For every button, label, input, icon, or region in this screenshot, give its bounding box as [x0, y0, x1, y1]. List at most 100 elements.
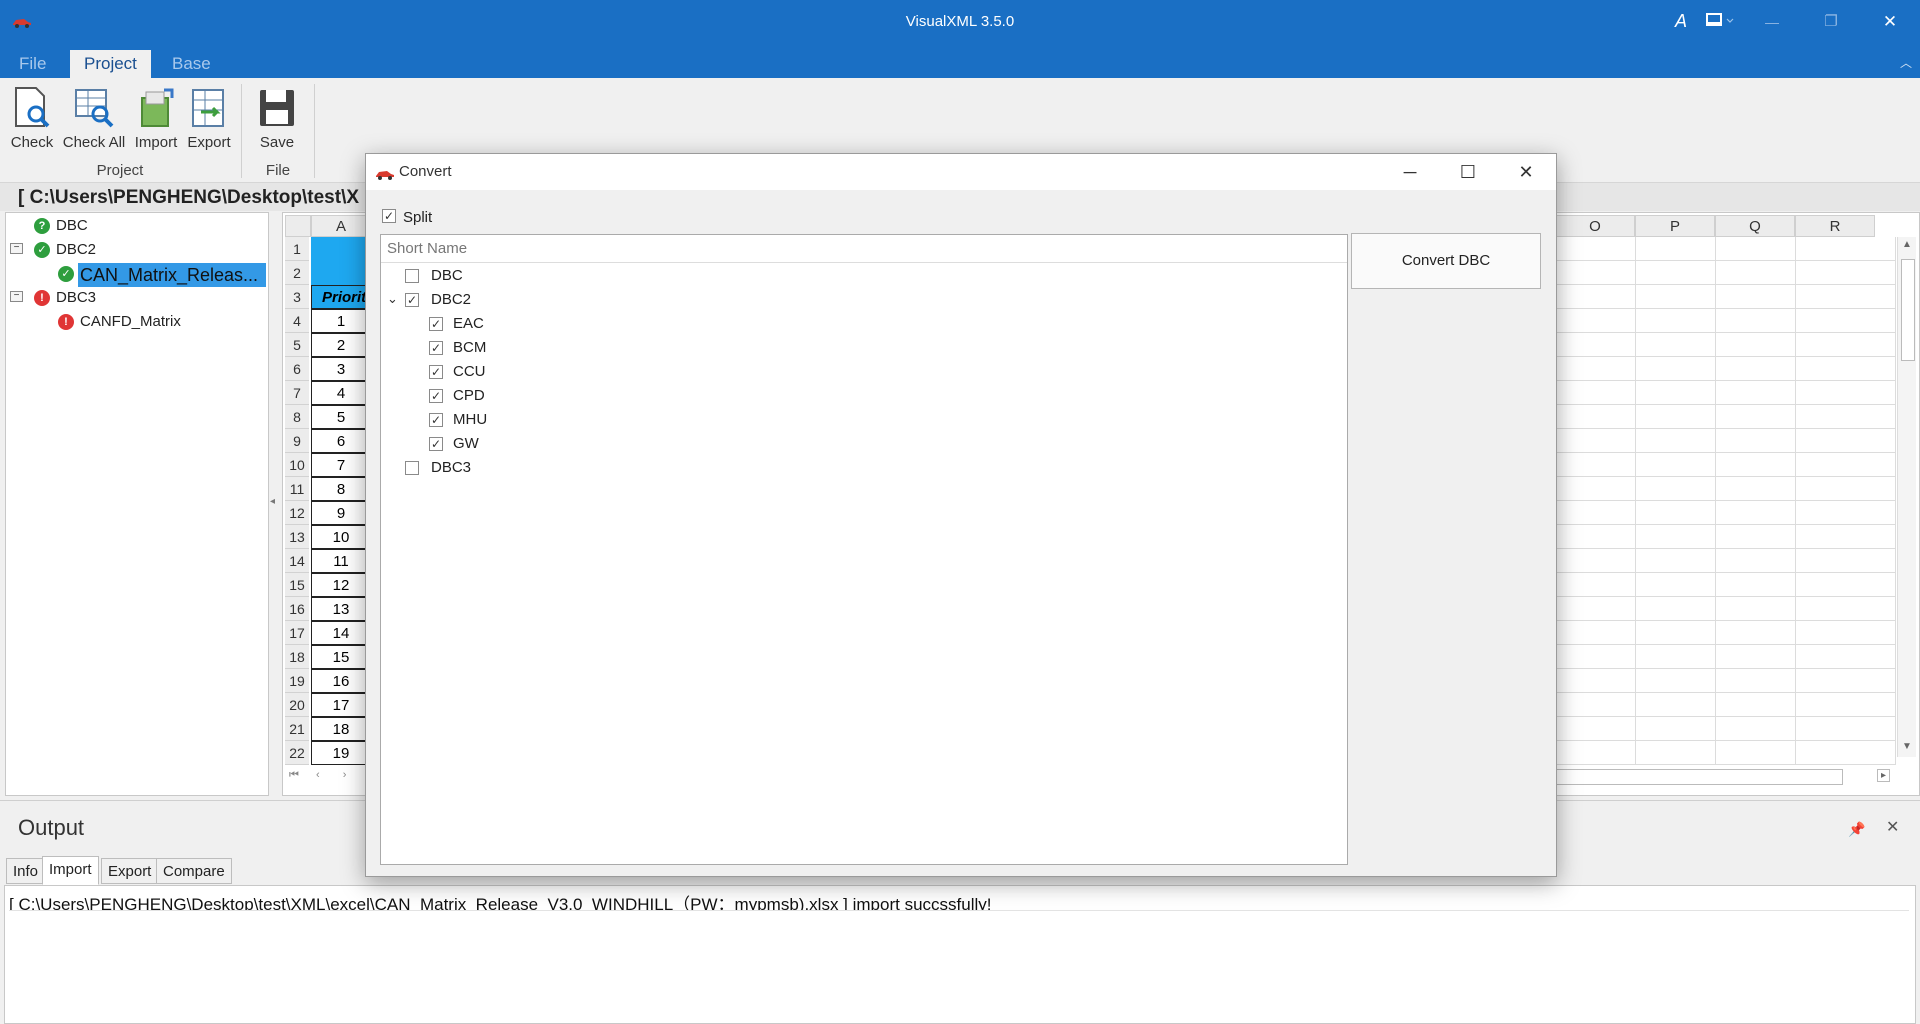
export-button[interactable]: Export: [184, 86, 234, 151]
chevron-down-icon[interactable]: ⌄: [387, 291, 398, 307]
table-cell[interactable]: 13: [311, 597, 371, 621]
row-header[interactable]: 12: [285, 501, 309, 525]
row-header[interactable]: 4: [285, 309, 309, 333]
check-button[interactable]: Check: [8, 86, 56, 151]
table-cell[interactable]: 3: [311, 357, 371, 381]
restore-button[interactable]: ❐: [1811, 8, 1851, 36]
close-button[interactable]: ✕: [1870, 8, 1910, 36]
split-checkbox[interactable]: ✓: [382, 209, 396, 223]
scroll-right-icon[interactable]: ▸: [1877, 769, 1891, 782]
tab-project[interactable]: Project: [70, 50, 151, 78]
checkbox[interactable]: [405, 269, 419, 283]
dialog-maximize-button[interactable]: ☐: [1440, 154, 1496, 190]
output-tab-compare[interactable]: Compare: [156, 858, 232, 884]
table-cell[interactable]: 4: [311, 381, 371, 405]
table-cell[interactable]: 1: [311, 309, 371, 333]
header-cell-blue[interactable]: [311, 237, 371, 285]
table-cell[interactable]: 16: [311, 669, 371, 693]
row-header[interactable]: 13: [285, 525, 309, 549]
splitter-arrow-icon[interactable]: ◂: [270, 496, 275, 507]
table-cell[interactable]: 17: [311, 693, 371, 717]
collapse-ribbon-icon[interactable]: ︿: [1900, 54, 1912, 71]
table-cell[interactable]: 15: [311, 645, 371, 669]
corner-cell[interactable]: [285, 215, 311, 237]
table-cell[interactable]: 18: [311, 717, 371, 741]
save-button[interactable]: Save: [254, 86, 300, 151]
minimize-button[interactable]: —: [1752, 8, 1792, 36]
tab-file[interactable]: File: [5, 50, 60, 78]
tree-node-can-matrix[interactable]: ✓ CAN_Matrix_Releas...: [58, 263, 266, 287]
row-header[interactable]: 9: [285, 429, 309, 453]
table-cell[interactable]: 12: [311, 573, 371, 597]
convert-dbc-button[interactable]: Convert DBC: [1351, 233, 1541, 289]
header-cell-priority[interactable]: Priorit: [311, 285, 371, 309]
column-header-q[interactable]: Q: [1715, 215, 1795, 237]
short-name-header[interactable]: Short Name: [381, 235, 1347, 263]
checkbox[interactable]: ✓: [429, 437, 443, 451]
checkbox[interactable]: ✓: [429, 317, 443, 331]
output-log[interactable]: [ C:\Users\PENGHENG\Desktop\test\XML\exc…: [4, 885, 1916, 1024]
output-tab-import[interactable]: Import: [42, 856, 99, 885]
checkbox[interactable]: ✓: [429, 341, 443, 355]
output-tab-export[interactable]: Export: [101, 858, 159, 884]
output-tab-info[interactable]: Info: [6, 858, 46, 884]
vertical-scrollbar[interactable]: ▲ ▼: [1897, 237, 1916, 757]
row-header[interactable]: 11: [285, 477, 309, 501]
row-header[interactable]: 20: [285, 693, 309, 717]
table-cell[interactable]: 10: [311, 525, 371, 549]
column-header-p[interactable]: P: [1635, 215, 1715, 237]
tab-base[interactable]: Base: [158, 50, 225, 78]
checkbox[interactable]: ✓: [429, 413, 443, 427]
row-header[interactable]: 5: [285, 333, 309, 357]
column-header-o[interactable]: O: [1555, 215, 1635, 237]
row-header[interactable]: 16: [285, 597, 309, 621]
row-header[interactable]: 8: [285, 405, 309, 429]
table-cell[interactable]: 6: [311, 429, 371, 453]
scroll-up-icon[interactable]: ▲: [1902, 239, 1912, 250]
collapse-icon[interactable]: −: [10, 291, 23, 302]
table-cell[interactable]: 7: [311, 453, 371, 477]
horizontable-scrollbar[interactable]: ▸: [1555, 769, 1915, 785]
table-cell[interactable]: 5: [311, 405, 371, 429]
row-header[interactable]: 10: [285, 453, 309, 477]
row-header[interactable]: 15: [285, 573, 309, 597]
import-button[interactable]: Import: [133, 86, 179, 151]
column-header-r[interactable]: R: [1795, 215, 1875, 237]
row-header[interactable]: 7: [285, 381, 309, 405]
row-header[interactable]: 14: [285, 549, 309, 573]
prev-sheet-icon[interactable]: ‹: [316, 769, 320, 781]
row-header[interactable]: 3: [285, 285, 309, 309]
hscroll-thumb[interactable]: [1555, 769, 1843, 785]
checkbox[interactable]: ✓: [429, 365, 443, 379]
first-sheet-icon[interactable]: ⏮: [289, 769, 299, 781]
table-cell[interactable]: 8: [311, 477, 371, 501]
close-panel-icon[interactable]: ✕: [1886, 817, 1899, 837]
scrollbar-thumb[interactable]: [1901, 259, 1915, 361]
check-all-button[interactable]: Check All: [62, 86, 126, 151]
next-sheet-icon[interactable]: ›: [343, 769, 347, 781]
row-header[interactable]: 21: [285, 717, 309, 741]
display-icon[interactable]: [1706, 12, 1736, 32]
row-header[interactable]: 18: [285, 645, 309, 669]
pin-icon[interactable]: 📌: [1848, 821, 1865, 838]
row-header[interactable]: 1: [285, 237, 309, 261]
table-cell[interactable]: 19: [311, 741, 371, 765]
row-header[interactable]: 19: [285, 669, 309, 693]
dialog-minimize-button[interactable]: ─: [1382, 154, 1438, 190]
row-header[interactable]: 2: [285, 261, 309, 285]
table-cell[interactable]: 2: [311, 333, 371, 357]
checkbox[interactable]: ✓: [429, 389, 443, 403]
table-cell[interactable]: 9: [311, 501, 371, 525]
collapse-icon[interactable]: −: [10, 243, 23, 254]
dialog-close-button[interactable]: ✕: [1498, 154, 1554, 190]
checkbox[interactable]: [405, 461, 419, 475]
table-cell[interactable]: 11: [311, 549, 371, 573]
checkbox[interactable]: ✓: [405, 293, 419, 307]
table-cell[interactable]: 14: [311, 621, 371, 645]
row-header[interactable]: 22: [285, 741, 309, 765]
row-header[interactable]: 6: [285, 357, 309, 381]
row-header[interactable]: 17: [285, 621, 309, 645]
font-icon[interactable]: A: [1675, 11, 1687, 32]
column-header-a[interactable]: A: [311, 215, 371, 237]
scroll-down-icon[interactable]: ▼: [1902, 741, 1912, 752]
